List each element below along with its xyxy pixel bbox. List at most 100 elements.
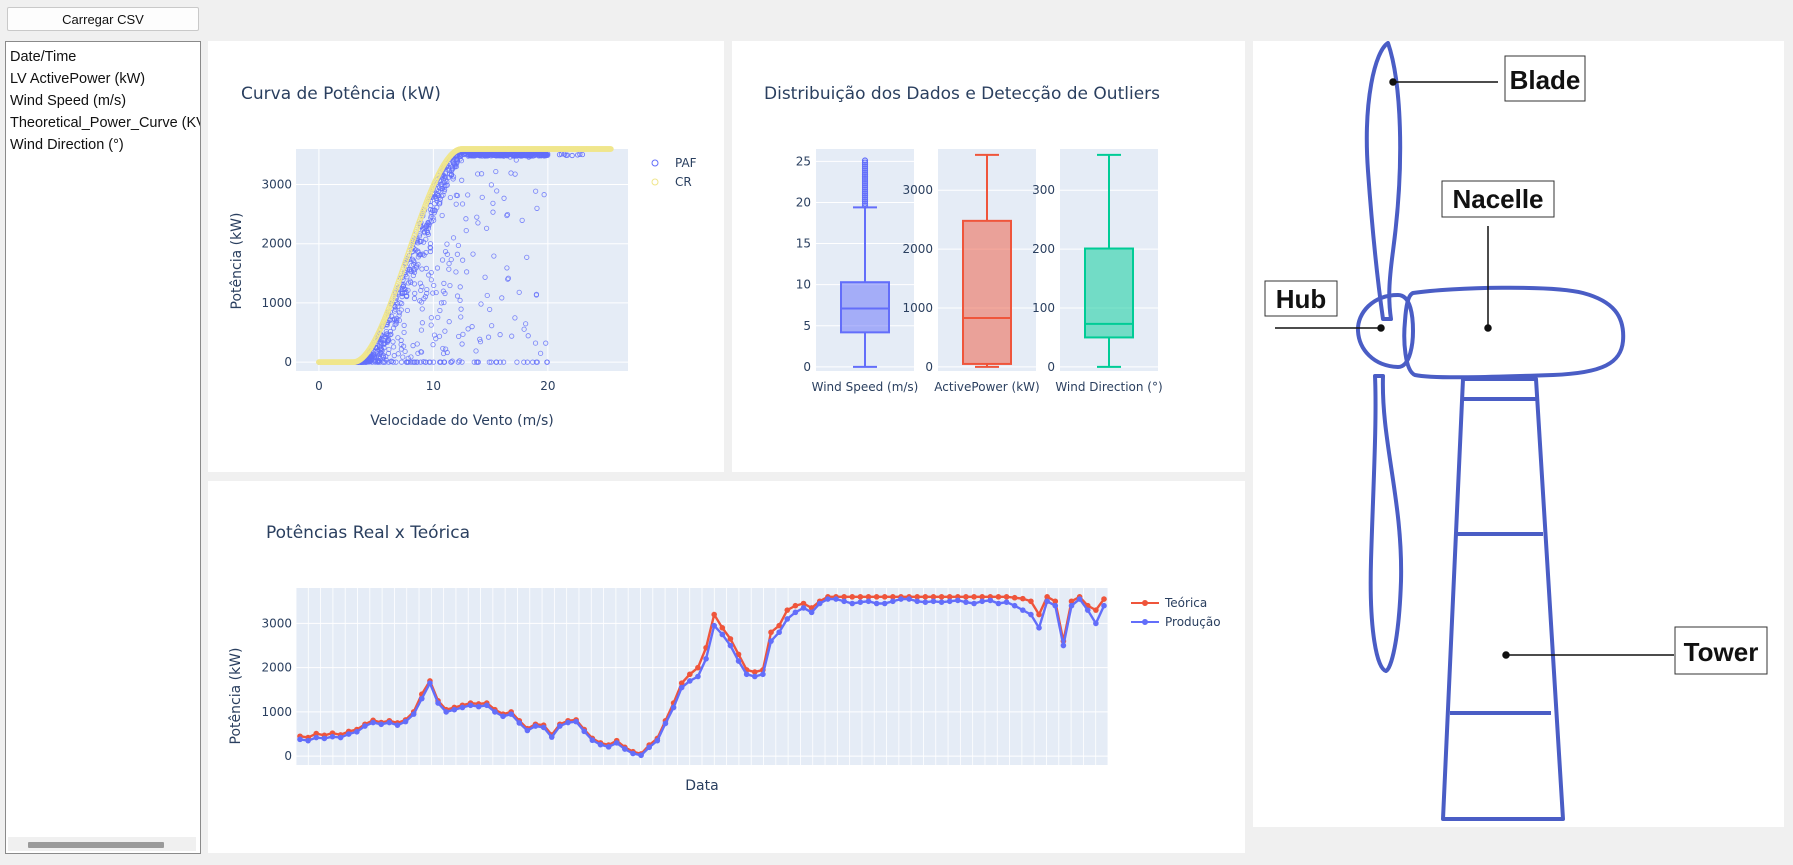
series-point — [654, 737, 661, 744]
box-y-tick: 20 — [796, 195, 811, 209]
box-y-tick: 200 — [1032, 242, 1055, 256]
series-point — [784, 616, 791, 622]
series-point — [1044, 598, 1050, 605]
series-point — [792, 609, 799, 616]
series-point — [938, 599, 945, 605]
box-iqr — [840, 281, 890, 334]
series-point — [443, 709, 449, 715]
nacelle-callout-dot — [1484, 324, 1492, 332]
series-point — [808, 609, 815, 616]
series-point — [1003, 594, 1010, 600]
series-point — [938, 594, 945, 600]
horizontal-scrollbar[interactable] — [8, 837, 196, 851]
real-vs-theoretical-chart[interactable]: Potências Real x Teórica 0 1000 2000 3000 D… — [208, 481, 1245, 853]
box-y-tick: 10 — [796, 278, 811, 292]
y-tick-label: 3000 — [261, 178, 292, 192]
series-point — [630, 750, 636, 757]
series-point — [670, 704, 677, 711]
hub-label: Hub — [1276, 284, 1327, 314]
series-point — [508, 711, 514, 717]
box-iqr — [962, 219, 1012, 365]
box-category-label: ActivePower (kW) — [934, 380, 1039, 394]
series-point — [394, 722, 401, 728]
y-tick-label: 1000 — [261, 296, 292, 310]
series-point — [873, 594, 880, 600]
series-point — [1093, 607, 1099, 613]
series-point — [816, 600, 823, 607]
series-point — [711, 611, 717, 618]
power-curve-chart[interactable]: Curva de Potência (kW) 0 10 20 0 1000 2000 300… — [208, 41, 724, 472]
series-point — [873, 600, 880, 607]
series-point — [857, 594, 864, 600]
series-point — [1036, 625, 1042, 631]
series-point — [849, 594, 856, 600]
box-y-tick: 15 — [796, 237, 811, 251]
distribution-panel: Distribuição dos Dados e Detecção de Out… — [732, 41, 1245, 472]
real-vs-theoretical-xlabel: Data — [685, 778, 718, 794]
series-point — [711, 622, 717, 629]
column-item[interactable]: Wind Direction (°) — [6, 134, 200, 156]
real-vs-theoretical-panel: Potências Real x Teórica 0 1000 2000 3000 D… — [208, 481, 1245, 853]
series-point — [1093, 620, 1099, 627]
box-y-tick: 300 — [1032, 183, 1055, 197]
series-point — [321, 735, 328, 742]
column-item[interactable]: Wind Speed (m/s) — [6, 90, 200, 112]
series-point — [719, 625, 726, 631]
legend-paf-marker — [651, 159, 659, 167]
series-point — [727, 642, 734, 649]
series-point — [881, 600, 888, 607]
series-point — [1076, 596, 1083, 602]
series-point — [946, 598, 953, 605]
legend-cr-marker — [651, 178, 659, 186]
x-tick-label: 10 — [426, 379, 441, 393]
column-item[interactable]: LV ActivePower (kW) — [6, 68, 200, 90]
power-curve-legend[interactable]: PAF CR — [651, 156, 697, 189]
column-item[interactable]: Date/Time — [6, 46, 200, 68]
series-point — [955, 597, 961, 604]
series-point — [557, 723, 563, 729]
real-vs-theoretical-legend[interactable]: Teórica Produção — [1131, 596, 1221, 629]
series-point — [500, 713, 506, 720]
series-point — [313, 734, 320, 741]
series-point — [1011, 602, 1018, 609]
series-point — [922, 594, 929, 600]
series-point — [410, 711, 417, 717]
series-point — [402, 718, 409, 725]
series-point — [1011, 594, 1018, 601]
box-y-tick: 0 — [1047, 360, 1055, 374]
series-point — [914, 598, 921, 605]
series-point — [1003, 599, 1010, 605]
real-vs-theoretical-title: Potências Real x Teórica — [266, 523, 470, 543]
box-y-tick: 3000 — [902, 183, 933, 197]
series-point — [1084, 607, 1091, 613]
blade-callout-dot — [1389, 78, 1397, 86]
series-point — [678, 684, 685, 691]
series-point — [751, 673, 758, 680]
series-point — [1019, 607, 1026, 613]
power-curve-title: Curva de Potência (kW) — [241, 84, 441, 104]
turbine-diagram-panel: Blade Nacelle Hub Tower — [1253, 41, 1784, 827]
box-y-tick: 25 — [796, 154, 811, 168]
column-list[interactable]: Date/Time LV ActivePower (kW) Wind Speed (… — [5, 41, 201, 854]
series-point — [963, 599, 969, 605]
series-point — [638, 752, 644, 759]
column-item[interactable]: Theoretical_Power_Curve (KV — [6, 112, 200, 134]
turbine-diagram: Blade Nacelle Hub Tower — [1264, 41, 1768, 821]
series-point — [435, 700, 441, 706]
series-point — [865, 598, 872, 605]
blade-lower-shape — [1368, 374, 1404, 673]
series-point — [581, 728, 588, 735]
box-y-tick: 1000 — [902, 301, 933, 315]
series-point — [890, 598, 896, 605]
series-point — [1101, 602, 1107, 609]
series-point — [329, 733, 336, 740]
distribution-chart[interactable]: Distribuição dos Dados e Detecção de Out… — [732, 41, 1245, 472]
series-point — [979, 598, 985, 605]
series-point — [695, 673, 701, 680]
box-category-label: Wind Direction (°) — [1055, 380, 1162, 394]
load-csv-button[interactable]: Carregar CSV — [7, 7, 199, 31]
series-point — [565, 719, 571, 726]
series-point — [516, 720, 523, 726]
scrollbar-thumb[interactable] — [28, 842, 164, 848]
series-point — [687, 671, 693, 678]
